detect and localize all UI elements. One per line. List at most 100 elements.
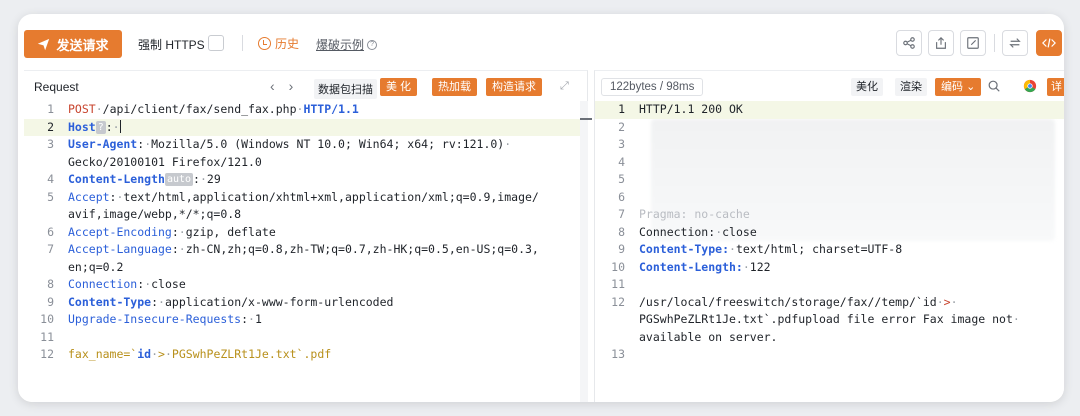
response-body: PGSwhPeZLRt1Je.txt`.pdfupload file error… <box>639 312 1013 326</box>
encode-dropdown[interactable]: 编码 ⌄ <box>935 78 982 96</box>
expand-icon[interactable]: ⤢ <box>560 80 572 92</box>
share-icon <box>903 37 915 49</box>
export-button[interactable] <box>928 30 954 56</box>
header-value: en;q=0.2 <box>68 259 124 274</box>
response-beautify-button[interactable]: 美化 <box>851 78 883 96</box>
code-line: 1 POST·/api/client/fax/send_fax.php·HTTP… <box>24 101 587 119</box>
brute-force-example-label: 爆破示例 <box>316 38 365 52</box>
hot-load-button[interactable]: 热加载 <box>432 78 477 96</box>
code-line-wrap: avif,image/webp,*/*;q=0.8 <box>24 206 587 224</box>
line-number: 6 <box>47 224 54 239</box>
header-value: text/html; charset=UTF-8 <box>735 242 903 256</box>
code-view-button[interactable] <box>1036 30 1062 56</box>
force-https-checkbox[interactable] <box>208 35 224 51</box>
request-path: /api/client/fax/send_fax.php <box>102 102 297 116</box>
request-header: Request ‹ › 数据包扫描 美 化 热加载 构造请求 ⤢ <box>24 71 587 101</box>
code-line: 9 Content-Type:·application/x-www-form-u… <box>24 294 587 312</box>
code-line: 6 Accept-Encoding:·gzip, deflate <box>24 224 587 242</box>
swap-icon <box>1009 38 1021 48</box>
header-key: Content-Length: <box>639 259 743 274</box>
help-icon: ? <box>367 39 378 50</box>
line-number: 9 <box>618 242 625 256</box>
line-number: 5 <box>47 189 54 204</box>
toolbar-divider-right <box>994 34 995 52</box>
header-key: Content-Type <box>68 294 152 309</box>
header-value: 1 <box>254 312 262 326</box>
code-line: 5 Accept:·text/html,application/xhtml+xm… <box>24 189 587 207</box>
header-key: Content-Type: <box>639 242 730 256</box>
request-title: Request <box>34 80 79 94</box>
line-number: 10 <box>611 259 625 274</box>
edit-button[interactable] <box>960 30 986 56</box>
line-number: 7 <box>47 242 54 256</box>
upload-icon <box>936 36 946 49</box>
header-key: Connection <box>68 277 138 291</box>
line-number: 12 <box>40 347 54 361</box>
chrome-icon[interactable] <box>1023 79 1037 93</box>
header-key: Accept-Language <box>68 242 172 256</box>
body-value: PGSwhPeZLRt1Je.txt`.pdf <box>171 347 332 361</box>
header-value: zh-CN,zh;q=0.8,zh-TW;q=0.7,zh-HK;q=0.5,e… <box>185 242 539 256</box>
response-header: 122bytes / 98ms 美化 渲染 编码 ⌄ 详 <box>595 71 1064 101</box>
code-line-wrap: en;q=0.2 <box>24 259 587 277</box>
host-placeholder-chip: ? <box>95 120 106 134</box>
line-number <box>24 154 68 172</box>
search-icon[interactable] <box>987 79 1001 93</box>
response-size: 122bytes / 98ms <box>601 78 704 96</box>
line-number: 12 <box>611 294 625 309</box>
swap-button[interactable] <box>1002 30 1028 56</box>
code-line: 7 Pragma: no-cache <box>595 206 1064 224</box>
code-line: 2 <box>595 119 1064 137</box>
send-icon <box>38 38 50 50</box>
response-pane: 122bytes / 98ms 美化 渲染 编码 ⌄ 详 1 HTTP/1.1 … <box>594 70 1064 402</box>
header-key: Host <box>68 119 96 134</box>
line-number: 11 <box>611 277 625 291</box>
line-number <box>24 259 68 277</box>
code-line: 4 Content-Length auto:·29 <box>24 171 587 189</box>
header-value: gzip, deflate <box>185 224 276 239</box>
line-number: 1 <box>618 102 625 116</box>
send-request-button[interactable]: 发送请求 <box>24 30 122 58</box>
code-line: 10 Content-Length:·122 <box>595 259 1064 277</box>
response-body: available on server. <box>639 329 778 344</box>
force-https-label: 强制 HTTPS <box>138 38 205 52</box>
line-number: 1 <box>47 102 54 116</box>
history-button[interactable]: 历史 <box>258 35 299 52</box>
line-number: 8 <box>47 277 54 291</box>
code-line: 5 <box>595 171 1064 189</box>
line-number: 2 <box>47 119 54 134</box>
detail-button[interactable]: 详 <box>1047 78 1064 96</box>
beautify-button[interactable]: 美 化 <box>380 78 418 96</box>
chevron-down-icon: ⌄ <box>966 81 976 93</box>
code-line-empty: 13 <box>595 346 1064 364</box>
request-editor[interactable]: 1 POST·/api/client/fax/send_fax.php·HTTP… <box>24 101 587 364</box>
header-value: close <box>722 224 757 239</box>
code-line: 12 /usr/local/freeswitch/storage/fax//te… <box>595 294 1064 312</box>
http-method: POST <box>68 102 96 116</box>
line-number: 4 <box>618 154 625 169</box>
code-line-empty: 11 <box>24 329 587 347</box>
render-button[interactable]: 渲染 <box>895 78 927 96</box>
header-key: Accept-Encoding <box>68 224 172 239</box>
edit-icon <box>967 37 979 49</box>
line-number: 4 <box>47 172 54 186</box>
chevron-right-icon[interactable]: › <box>289 78 294 94</box>
code-line: 3 User-Agent:·Mozilla/5.0 (Windows NT 10… <box>24 136 587 154</box>
share-button[interactable] <box>896 30 922 56</box>
packet-scan-button[interactable]: 数据包扫描 <box>314 79 377 99</box>
code-line-body: 12 fax_name=`id·>·PGSwhPeZLRt1Je.txt`.pd… <box>24 346 587 364</box>
header-key: Upgrade-Insecure-Requests <box>68 312 242 326</box>
code-line: 10 Upgrade-Insecure-Requests:·1 <box>24 311 587 329</box>
brute-force-example-link[interactable]: 爆破示例 ? <box>316 36 378 53</box>
code-line-wrap: PGSwhPeZLRt1Je.txt`.pdfupload file error… <box>595 311 1064 329</box>
chevron-left-icon[interactable]: ‹ <box>270 78 275 94</box>
line-number: 5 <box>618 172 625 186</box>
line-number: 9 <box>47 294 54 309</box>
injected-command: id <box>137 347 152 361</box>
build-request-button[interactable]: 构造请求 <box>486 78 542 96</box>
editor-scrollbar[interactable] <box>580 101 592 402</box>
code-line: 3 <box>595 136 1064 154</box>
code-line: 8 Connection:·close <box>24 276 587 294</box>
line-number: 3 <box>618 137 625 151</box>
header-value: Gecko/20100101 Firefox/121.0 <box>68 154 262 169</box>
